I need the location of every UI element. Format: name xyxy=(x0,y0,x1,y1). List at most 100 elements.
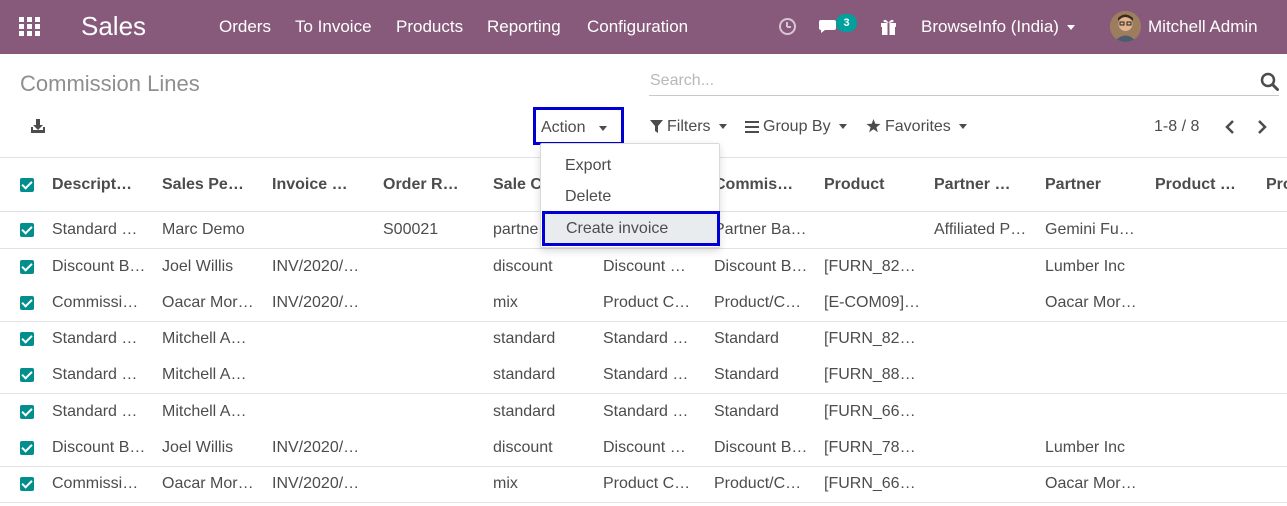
row-checkbox[interactable] xyxy=(20,368,34,382)
cell-product: [FURN_82… xyxy=(824,330,916,347)
menu-reporting[interactable]: Reporting xyxy=(487,17,561,37)
cell-sales-person: Joel Willis xyxy=(162,258,234,275)
row-checkbox[interactable] xyxy=(20,296,34,310)
cell-commission: Product/C… xyxy=(714,475,802,492)
cell-sales-person: Oacar Mor… xyxy=(162,475,254,492)
action-dropdown-menu: Export Delete Create invoice xyxy=(540,143,720,248)
activity-clock-icon[interactable] xyxy=(779,18,796,35)
create-invoice-label: Create invoice xyxy=(566,220,669,237)
company-switcher[interactable]: BrowseInfo (India) xyxy=(921,17,1075,37)
row-checkbox[interactable] xyxy=(20,223,34,237)
menu-item-create-invoice[interactable]: Create invoice xyxy=(542,211,720,246)
menu-to-invoice[interactable]: To Invoice xyxy=(295,17,372,37)
row-checkbox[interactable] xyxy=(20,405,34,419)
cell-invoice: INV/2020/… xyxy=(272,439,360,456)
favorites-button[interactable]: Favorites xyxy=(866,118,967,136)
download-icon[interactable] xyxy=(30,119,46,135)
col-commission[interactable]: Commis… xyxy=(714,176,814,194)
action-button[interactable]: Action xyxy=(533,107,624,145)
cell-description: Discount B… xyxy=(52,258,146,275)
col-order-ref[interactable]: Order R… xyxy=(383,176,483,194)
filters-button[interactable]: Filters xyxy=(650,118,727,136)
cell-product: [FURN_88… xyxy=(824,366,916,383)
search-icon[interactable] xyxy=(1260,72,1279,91)
select-all-checkbox[interactable] xyxy=(20,178,34,192)
cell-sale-commission: discount xyxy=(493,439,553,456)
cell-commission: Discount B… xyxy=(714,439,808,456)
menu-configuration[interactable]: Configuration xyxy=(587,17,688,37)
gift-icon[interactable] xyxy=(880,18,897,35)
col-description[interactable]: Descript… xyxy=(52,176,152,194)
caret-down-icon xyxy=(958,124,967,130)
cell-description: Standard … xyxy=(52,366,138,383)
col-partner[interactable]: Partner xyxy=(1045,176,1145,194)
cell-description: Commissi… xyxy=(52,294,139,311)
caret-down-icon xyxy=(718,124,727,130)
cell-sales-person: Mitchell A… xyxy=(162,403,247,420)
cell-sales-person: Joel Willis xyxy=(162,439,234,456)
filter-icon xyxy=(650,120,663,133)
cell-partner-type: Affiliated P… xyxy=(934,221,1027,238)
table-row[interactable]: Standard … Mitchell A… standard Standard … S… xyxy=(0,357,1287,394)
avatar-photo-icon xyxy=(1110,11,1141,42)
chat-icon[interactable] xyxy=(819,20,836,33)
groupby-label: Group By xyxy=(763,118,831,135)
row-checkbox[interactable] xyxy=(20,260,34,274)
col-invoice[interactable]: Invoice … xyxy=(272,176,372,194)
user-name[interactable]: Mitchell Admin xyxy=(1148,17,1258,37)
col-product-category[interactable]: Product … xyxy=(1155,176,1255,194)
cell-commission-type: Standard … xyxy=(603,403,689,420)
table-row[interactable]: Discount B… Joel Willis INV/2020/… discount… xyxy=(0,249,1287,286)
cell-description: Standard … xyxy=(52,403,138,420)
col-pro[interactable]: Pro xyxy=(1266,176,1287,194)
cell-commission-type: Discount … xyxy=(603,258,686,275)
cell-description: Commissi… xyxy=(52,475,139,492)
cell-sales-person: Mitchell A… xyxy=(162,366,247,383)
action-label: Action xyxy=(541,119,586,136)
cell-commission: Standard xyxy=(714,366,779,383)
cell-commission-type: Discount … xyxy=(603,439,686,456)
cell-product: [FURN_66… xyxy=(824,403,916,420)
chevron-right-icon[interactable] xyxy=(1254,118,1270,136)
cell-partner: Gemini Fu… xyxy=(1045,221,1135,238)
menu-products[interactable]: Products xyxy=(396,17,463,37)
row-checkbox[interactable] xyxy=(20,441,34,455)
row-checkbox[interactable] xyxy=(20,477,34,491)
chevron-left-icon[interactable] xyxy=(1222,118,1238,136)
col-partner-type[interactable]: Partner … xyxy=(934,176,1034,194)
star-icon xyxy=(866,119,881,133)
table-row[interactable]: Commissi… Oacar Mor… INV/2020/… mix Product … xyxy=(0,466,1287,503)
search-input[interactable] xyxy=(650,70,1250,92)
list-icon xyxy=(745,121,759,133)
table-row[interactable]: Commissi… Oacar Mor… INV/2020/… mix Product … xyxy=(0,285,1287,322)
cell-sale-commission: discount xyxy=(493,258,553,275)
cell-product: [E-COM09]… xyxy=(824,294,921,311)
col-product[interactable]: Product xyxy=(824,176,924,194)
cell-partner: Lumber Inc xyxy=(1045,258,1126,275)
apps-grid-icon[interactable] xyxy=(19,17,41,37)
cell-product: [FURN_82… xyxy=(824,258,916,275)
menu-item-delete[interactable]: Delete xyxy=(565,188,611,206)
cell-commission: Standard xyxy=(714,403,779,420)
user-avatar[interactable] xyxy=(1110,11,1141,42)
table-row[interactable]: Standard … Mitchell A… standard Standard … S… xyxy=(0,394,1287,431)
cell-commission: Product/C… xyxy=(714,294,802,311)
cell-commission: Discount B… xyxy=(714,258,808,275)
groupby-button[interactable]: Group By xyxy=(745,118,847,136)
menu-item-export[interactable]: Export xyxy=(565,157,611,175)
col-sales-person[interactable]: Sales Pe… xyxy=(162,176,262,194)
pager-value[interactable]: 1-8 / 8 xyxy=(1154,118,1199,136)
menu-orders[interactable]: Orders xyxy=(219,17,271,37)
page-title: Commission Lines xyxy=(20,71,200,96)
cell-product: [FURN_66… xyxy=(824,475,916,492)
filters-label: Filters xyxy=(667,118,711,135)
table-row[interactable]: Discount B… Joel Willis INV/2020/… discount… xyxy=(0,430,1287,467)
cell-commission-type: Standard … xyxy=(603,366,689,383)
cell-sale-commission: standard xyxy=(493,366,556,383)
cell-invoice: INV/2020/… xyxy=(272,294,360,311)
row-checkbox[interactable] xyxy=(20,332,34,346)
company-name: BrowseInfo (India) xyxy=(921,17,1059,36)
cell-partner: Oacar Mor… xyxy=(1045,294,1137,311)
app-name[interactable]: Sales xyxy=(81,11,146,42)
table-row[interactable]: Standard … Mitchell A… standard Standard … S… xyxy=(0,321,1287,358)
